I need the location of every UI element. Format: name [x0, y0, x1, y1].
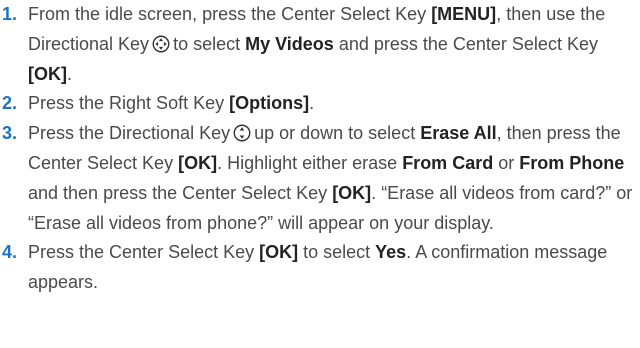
ok-key-label: [OK]: [28, 63, 67, 84]
step-number: 1.: [2, 4, 18, 24]
yes-option-label: Yes: [375, 242, 407, 263]
directional-key-up-down-icon: [233, 124, 251, 142]
step-text: Press the Directional Key: [28, 123, 231, 144]
step-3: 3. Press the Directional Key up or down …: [0, 119, 640, 238]
menu-key-label: [MENU]: [431, 4, 497, 24]
step-4: 4. Press the Center Select Key [OK] to s…: [0, 238, 640, 298]
step-2: 2. Press the Right Soft Key [Options].: [0, 89, 640, 119]
step-number: 4.: [2, 242, 18, 263]
step-text: Press the Center Select Key: [28, 242, 260, 263]
step-text: up or down to select: [254, 123, 421, 144]
ok-key-label: [OK]: [178, 152, 218, 173]
ok-key-label: [OK]: [259, 242, 299, 263]
step-text: to select: [173, 33, 246, 54]
step-number: 3.: [2, 123, 18, 144]
step-text: .: [67, 63, 73, 84]
step-text: .: [309, 93, 315, 114]
step-text: From the idle screen, press the Center S…: [28, 4, 432, 24]
step-text: and press the Center Select Key: [333, 33, 598, 54]
my-videos-label: My Videos: [245, 33, 334, 54]
step-text: . Highlight either erase: [217, 152, 403, 173]
instruction-steps: 1. From the idle screen, press the Cente…: [0, 0, 640, 298]
erase-all-label: Erase All: [420, 123, 497, 144]
step-text: Press the Right Soft Key: [28, 93, 230, 114]
step-1: 1. From the idle screen, press the Cente…: [0, 0, 640, 89]
ok-key-label: [OK]: [332, 182, 372, 203]
step-text: to select: [298, 242, 376, 263]
step-text: or: [493, 152, 520, 173]
options-key-label: [Options]: [229, 93, 310, 114]
from-phone-label: From Phone: [519, 152, 625, 173]
directional-key-four-way-icon: [152, 35, 170, 53]
step-text: and then press the Center Select Key: [28, 182, 333, 203]
step-number: 2.: [2, 93, 18, 114]
from-card-label: From Card: [402, 152, 494, 173]
